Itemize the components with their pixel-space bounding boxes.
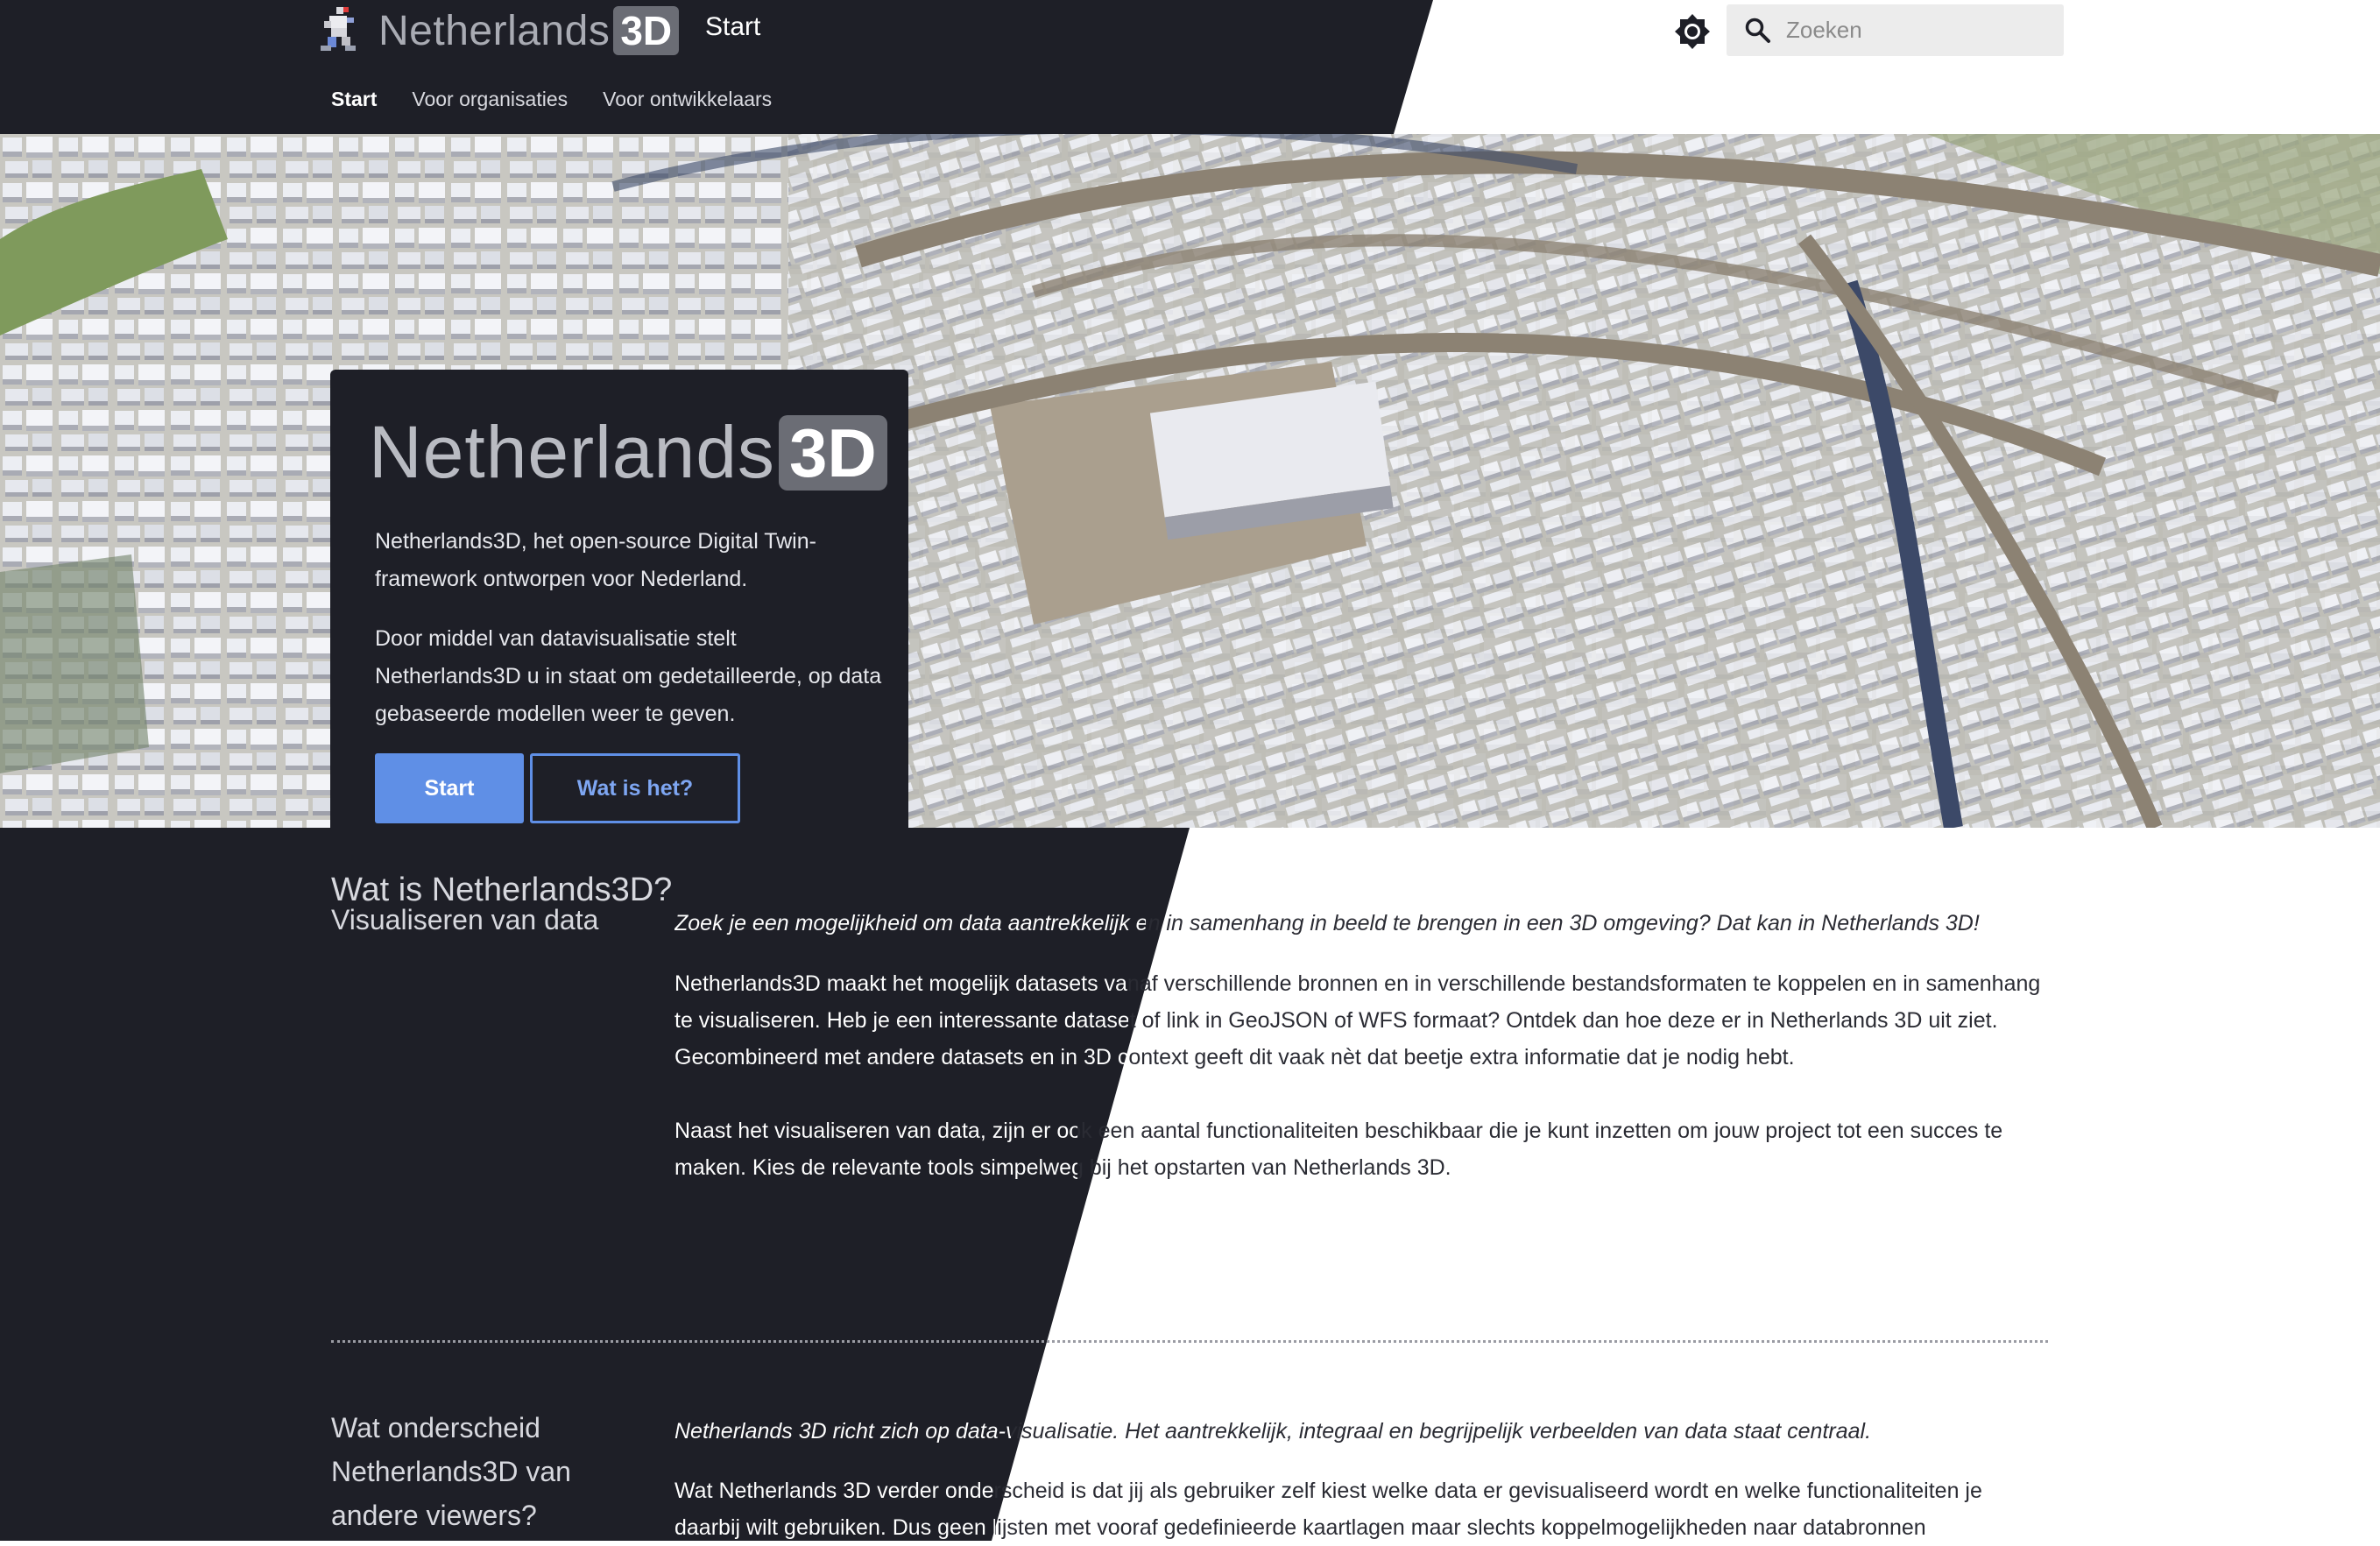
block-heading-onderscheid: Wat onderscheid Netherlands3D van andere… [331,1412,571,1531]
block-paragraph-datasets: Netherlands3D maakt het mogelijk dataset… [674,965,2050,1076]
main-content: Wat is Netherlands3D? Visualiseren van d… [0,828,2380,1541]
hero-logo: Netherlands 3D [369,410,887,495]
logo-wordmark: Netherlands [378,7,611,54]
hero-description-text: Door middel van datavisualisatie stelt N… [375,626,882,726]
nav-item-ontwikkelaars[interactable]: Voor ontwikkelaars [603,88,772,111]
hero-card: Netherlands 3D Netherlands3D, het open-s… [330,370,908,828]
block-lead-onderscheid: Netherlands 3D richt zich op data-visual… [674,1413,2050,1450]
block-paragraph-onderscheid: Wat Netherlands 3D verder onderscheid is… [674,1472,2050,1546]
hero-banner: Netherlands 3D Netherlands3D, het open-s… [0,134,2380,828]
logo-badge: 3D [613,6,680,55]
what-is-it-button[interactable]: Wat is het? [530,753,740,823]
top-nav: Start Voor organisaties Voor ontwikkelaa… [331,88,772,111]
nav-item-organisaties[interactable]: Voor organisaties [412,88,568,111]
hero-intro-text: Netherlands3D, het open-source Digital T… [375,529,816,591]
search-box[interactable] [1727,4,2064,56]
block-lead-visualiseren: Zoek je een mogelijkheid om data aantrek… [674,905,2050,942]
nav-item-start[interactable]: Start [331,88,377,111]
search-icon [1745,18,1770,43]
header-logo[interactable]: Netherlands 3D [378,2,680,60]
search-input[interactable] [1784,16,2051,45]
block-paragraph-functionaliteiten: Naast het visualiseren van data, zijn er… [674,1112,2050,1186]
logo-figure-icon[interactable] [317,5,364,54]
block-heading-visualiseren: Visualiseren van data [331,904,599,935]
hero-logo-badge: 3D [778,414,887,491]
hero-logo-wordmark: Netherlands [369,411,775,493]
page-title: Start [705,12,761,41]
section-divider [331,1340,2048,1343]
brightness-icon[interactable] [1673,12,1712,51]
start-button[interactable]: Start [375,753,524,823]
